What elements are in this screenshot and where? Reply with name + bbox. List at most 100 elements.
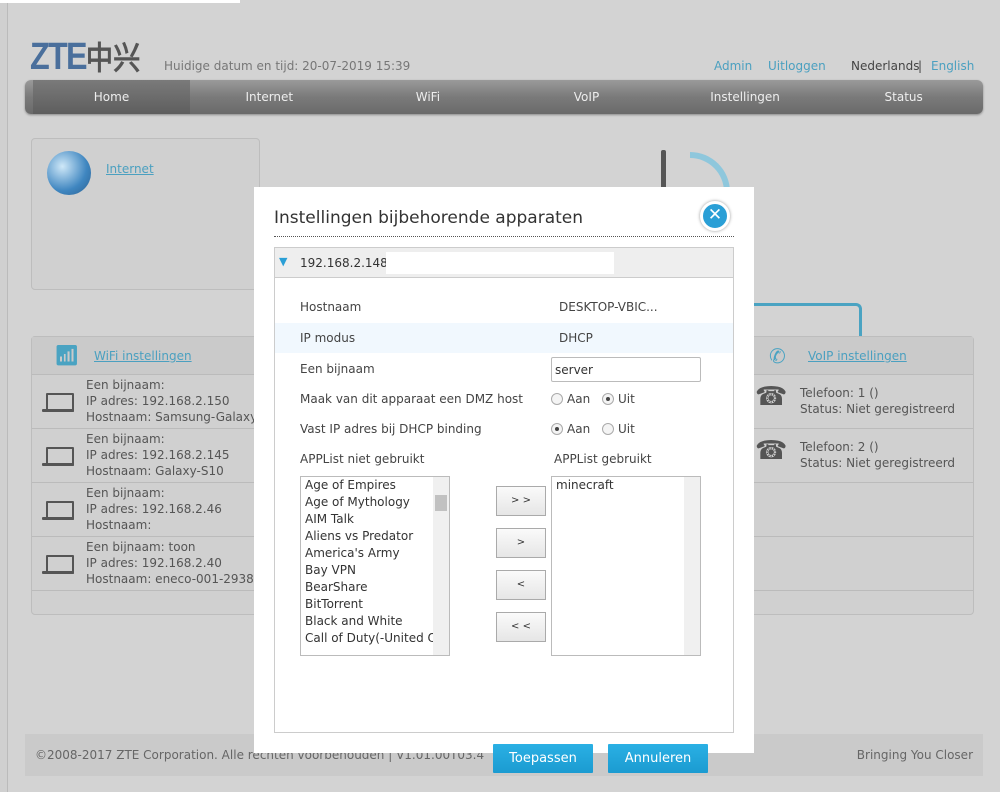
hostname-value: DESKTOP-VBIC...: [559, 300, 658, 314]
voip-settings-link[interactable]: VoIP instellingen: [808, 349, 907, 363]
phone-status: Status: Niet geregistreerd: [800, 456, 956, 470]
divider: [274, 236, 734, 237]
device-settings-box: ▼ 192.168.2.148; Hostnaam DESKTOP-VBIC...…: [274, 247, 734, 773]
app-option[interactable]: Black and White: [301, 613, 449, 630]
move-left-button[interactable]: <: [496, 570, 546, 600]
app-option[interactable]: BitTorrent: [301, 596, 449, 613]
app-option[interactable]: America's Army: [301, 545, 449, 562]
scrollbar[interactable]: [684, 477, 700, 655]
app-option[interactable]: Age of Empires: [301, 477, 449, 494]
unused-applist-label: APPList niet gebruikt: [300, 452, 425, 466]
laptop-icon: [42, 447, 74, 467]
app-option[interactable]: minecraft: [552, 477, 700, 494]
dmz-on-label: Aan: [567, 392, 591, 406]
logout-link[interactable]: Uitloggen: [768, 59, 826, 73]
device-host: Hostnaam:: [86, 518, 152, 532]
wifi-panel: 📶︎ WiFi instellingen Een bijnaam: IP adres…: [31, 336, 267, 615]
lang-separator: |: [918, 59, 923, 73]
device-ip: IP adres: 192.168.2.40: [86, 556, 222, 570]
device-row[interactable]: Een bijnaam: IP adres: 192.168.2.145 Hostn…: [32, 429, 259, 483]
app-option[interactable]: BearShare: [301, 579, 449, 596]
nav-instellingen[interactable]: Instellingen: [666, 80, 825, 114]
phone-handset-icon: ✆: [769, 344, 786, 368]
nav-internet[interactable]: Internet: [190, 80, 349, 114]
dmz-off-radio[interactable]: [602, 393, 614, 405]
device-ip: IP adres: 192.168.2.150: [86, 394, 230, 408]
router-antenna-icon: [661, 150, 666, 190]
phone-label: Telefoon: 2 (): [800, 440, 879, 454]
wifi-settings-link[interactable]: WiFi instellingen: [94, 349, 192, 363]
laptop-icon: [42, 393, 74, 413]
ipmode-value: DHCP: [559, 331, 593, 345]
globe-icon: [47, 151, 91, 195]
cancel-button[interactable]: Annuleren: [608, 744, 708, 773]
app-option[interactable]: Call of Duty(-United O: [301, 630, 449, 647]
connection-line: [754, 303, 862, 336]
binding-label: Vast IP adres bij DHCP binding: [300, 422, 482, 436]
device-ip: IP adres: 192.168.2.145: [86, 448, 230, 462]
phone-label: Telefoon: 1 (): [800, 386, 879, 400]
zte-logo: ZTE中兴: [30, 36, 141, 78]
device-alias: Een bijnaam:: [86, 432, 165, 446]
used-applist[interactable]: minecraft: [551, 476, 701, 656]
app-option[interactable]: AIM Talk: [301, 511, 449, 528]
device-row[interactable]: Een bijnaam: IP adres: 192.168.2.150 Hostn…: [32, 375, 267, 429]
binding-on-radio[interactable]: [551, 423, 563, 435]
used-applist-label: APPList gebruikt: [554, 452, 652, 466]
app-option[interactable]: Bay VPN: [301, 562, 449, 579]
triangle-down-icon: ▼: [279, 255, 288, 268]
phone-status: Status: Niet geregistreerd: [800, 402, 956, 416]
lang-nederlands[interactable]: Nederlands: [851, 59, 919, 73]
device-ip: IP adres: 192.168.2.46: [86, 502, 222, 516]
device-row[interactable]: Een bijnaam: IP adres: 192.168.2.46 Hostna…: [32, 483, 259, 537]
internet-panel: Internet: [31, 138, 260, 290]
device-alias: Een bijnaam:: [86, 486, 165, 500]
telephone-icon: ☎: [755, 382, 788, 412]
alias-label: Een bijnaam: [300, 362, 375, 376]
wifi-icon: 📶︎: [54, 343, 80, 367]
scrollbar[interactable]: [433, 477, 449, 655]
device-host: Hostnaam: Samsung-Galaxy...: [86, 410, 267, 424]
binding-off-label: Uit: [618, 422, 635, 436]
device-host: Hostnaam: eneco-001-2938...: [86, 572, 266, 586]
signal-icon: [690, 152, 730, 192]
app-option[interactable]: Aliens vs Predator: [301, 528, 449, 545]
nav-voip[interactable]: VoIP: [507, 80, 666, 114]
voip-panel: ✆ VoIP instellingen ☎ Telefoon: 1 () Status…: [740, 336, 974, 615]
nav-wifi[interactable]: WiFi: [349, 80, 508, 114]
ipmode-label: IP modus: [300, 331, 356, 345]
device-host: Hostnaam: Galaxy-S10: [86, 464, 224, 478]
unused-applist[interactable]: Age of Empires Age of Mythology AIM Talk…: [300, 476, 450, 656]
device-alias: Een bijnaam:: [86, 378, 165, 392]
left-border: [0, 0, 8, 792]
modal-title: Instellingen bijbehorende apparaten: [274, 208, 584, 228]
current-datetime: Huidige datum en tijd: 20-07-2019 15:39: [164, 59, 411, 73]
lang-english[interactable]: English: [931, 59, 974, 73]
dmz-label: Maak van dit apparaat een DMZ host: [300, 392, 523, 406]
device-header[interactable]: ▼ 192.168.2.148;: [275, 248, 733, 278]
admin-link[interactable]: Admin: [714, 59, 752, 73]
device-row[interactable]: Een bijnaam: toon IP adres: 192.168.2.40 H…: [32, 537, 265, 591]
binding-off-radio[interactable]: [602, 423, 614, 435]
apply-button[interactable]: Toepassen: [493, 744, 593, 773]
dmz-on-radio[interactable]: [551, 393, 563, 405]
binding-on-label: Aan: [567, 422, 591, 436]
move-right-button[interactable]: >: [496, 528, 546, 558]
hostname-label: Hostnaam: [300, 300, 362, 314]
device-ip: 192.168.2.148;: [300, 256, 392, 270]
laptop-icon: [42, 501, 74, 521]
nav-status[interactable]: Status: [824, 80, 983, 114]
nav-home[interactable]: Home: [33, 80, 190, 114]
close-icon[interactable]: ✕: [700, 201, 730, 231]
internet-link[interactable]: Internet: [106, 162, 154, 176]
device-name-field: [386, 252, 614, 274]
move-all-right-button[interactable]: > >: [496, 486, 546, 516]
main-nav: Home Internet WiFi VoIP Instellingen Sta…: [25, 80, 983, 114]
dmz-off-label: Uit: [618, 392, 635, 406]
alias-input[interactable]: [551, 357, 701, 382]
device-alias: Een bijnaam: toon: [86, 540, 196, 554]
move-all-left-button[interactable]: < <: [496, 612, 546, 642]
app-option[interactable]: Age of Mythology: [301, 494, 449, 511]
slogan: Bringing You Closer: [856, 748, 973, 762]
telephone-icon: ☎: [755, 436, 788, 466]
